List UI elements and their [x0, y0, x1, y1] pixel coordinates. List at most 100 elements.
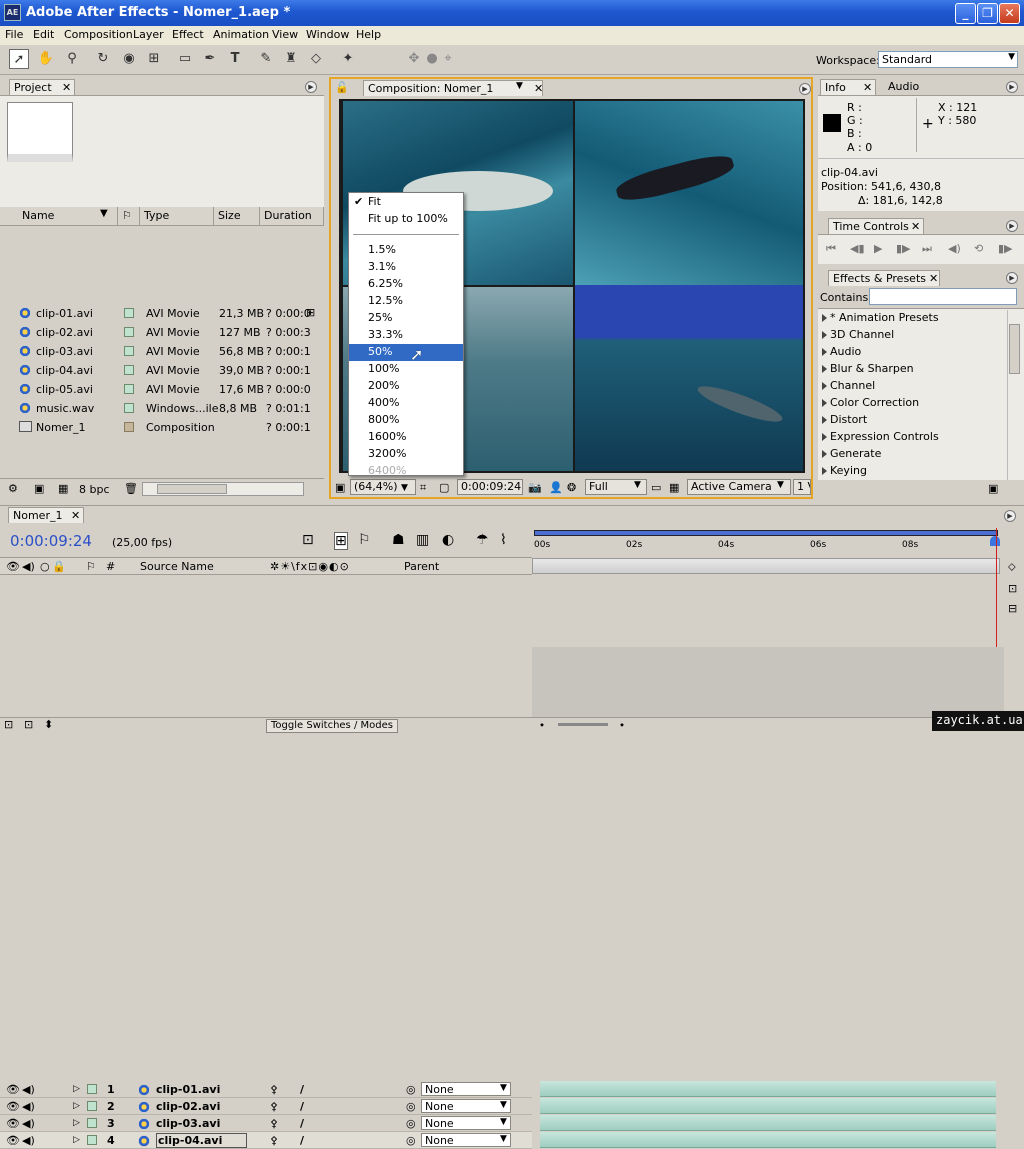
- zoom-in-icon[interactable]: ⬩: [620, 718, 624, 732]
- play-icon[interactable]: ▶: [874, 242, 882, 255]
- snapshot-icon[interactable]: 📷: [528, 481, 542, 494]
- panel-menu-icon[interactable]: ▶: [1004, 510, 1016, 522]
- label-color-swatch[interactable]: [124, 403, 134, 413]
- menu-animation[interactable]: Animation: [213, 28, 269, 41]
- zoom-option-fit[interactable]: ✔ Fit: [349, 194, 463, 211]
- visibility-column-icon[interactable]: 👁: [6, 560, 20, 573]
- switches-column-icons[interactable]: ✲☀\fx⊡◉◐⊙: [270, 560, 350, 573]
- ram-preview-icon[interactable]: ▮▶: [998, 242, 1013, 255]
- expand-triangle-icon[interactable]: [822, 382, 827, 390]
- chevron-down-icon[interactable]: ▼: [516, 81, 523, 91]
- zoom-option-3-1-[interactable]: 3.1%: [349, 259, 463, 276]
- label-column-icon[interactable]: ⚐: [118, 207, 140, 225]
- previous-frame-icon[interactable]: ◀▮: [850, 242, 865, 255]
- current-time-display[interactable]: 0:00:09:24: [457, 479, 523, 495]
- label-color-swatch[interactable]: [87, 1135, 97, 1145]
- selection-tool-icon[interactable]: ➚: [9, 49, 29, 69]
- speaker-icon[interactable]: ◀): [22, 1083, 35, 1096]
- zoom-option-800-[interactable]: 800%: [349, 412, 463, 429]
- mask-view-icon[interactable]: ▢: [439, 481, 449, 494]
- rectangle-mask-tool-icon[interactable]: ▭: [175, 49, 195, 69]
- trash-icon[interactable]: 🗑: [124, 482, 138, 495]
- time-ruler[interactable]: 00s 02s 04s 06s 08s: [532, 526, 1004, 576]
- tab-project[interactable]: Project ✕: [9, 79, 75, 95]
- next-frame-icon[interactable]: ▮▶: [896, 242, 911, 255]
- label-color-swatch[interactable]: [124, 346, 134, 356]
- pick-whip-icon[interactable]: ◎: [406, 1083, 416, 1096]
- expand-triangle-icon[interactable]: [822, 331, 827, 339]
- quality-switch-icon[interactable]: /: [300, 1083, 304, 1096]
- timeline-layer-row[interactable]: 👁 ◀) ▷ 4 clip-04.avi ⚴ / ◎ None ▼: [0, 1132, 532, 1149]
- column-type[interactable]: Type: [140, 207, 214, 225]
- effect-category-item[interactable]: Generate: [818, 445, 1006, 462]
- pan-behind-tool-icon[interactable]: ⊞: [144, 49, 164, 69]
- new-bin-icon[interactable]: ▣: [988, 482, 998, 495]
- expand-triangle-icon[interactable]: ▷: [73, 1118, 80, 1128]
- shy-switch-icon[interactable]: ⚴: [270, 1100, 278, 1113]
- menu-file[interactable]: File: [5, 28, 23, 41]
- minimize-button[interactable]: _: [955, 3, 976, 24]
- expand-triangle-icon[interactable]: ▷: [73, 1101, 80, 1111]
- tab-info[interactable]: Info ✕: [820, 79, 876, 95]
- panel-menu-icon[interactable]: ▶: [1006, 220, 1018, 232]
- close-tab-icon[interactable]: ✕: [62, 81, 71, 94]
- pen-tool-icon[interactable]: ✒: [200, 49, 220, 69]
- shy-switch-icon[interactable]: ⚴: [270, 1134, 278, 1147]
- tab-timeline-nomer-1[interactable]: Nomer_1 ✕: [8, 507, 84, 523]
- zoom-option-1-5-[interactable]: 1.5%: [349, 242, 463, 259]
- effect-category-item[interactable]: Expression Controls: [818, 428, 1006, 445]
- column-name[interactable]: Name ▼: [18, 207, 118, 225]
- effect-category-item[interactable]: Color Correction: [818, 394, 1006, 411]
- close-button[interactable]: ✕: [999, 3, 1020, 24]
- transparency-grid-icon[interactable]: ▦: [669, 481, 679, 494]
- layer-source-name[interactable]: clip-02.avi: [156, 1100, 220, 1113]
- pick-whip-icon[interactable]: ◎: [406, 1100, 416, 1113]
- channels-icon[interactable]: ❂: [567, 481, 576, 494]
- audio-column-icon[interactable]: ◀): [22, 560, 35, 573]
- menu-effect[interactable]: Effect: [172, 28, 204, 41]
- quality-switch-icon[interactable]: /: [300, 1100, 304, 1113]
- scroll-thumb[interactable]: [1009, 324, 1020, 374]
- menu-view[interactable]: View: [272, 28, 298, 41]
- close-tab-icon[interactable]: ✕: [71, 509, 80, 522]
- label-color-swatch[interactable]: [87, 1101, 97, 1111]
- effect-category-item[interactable]: Blur & Sharpen: [818, 360, 1006, 377]
- project-item-row[interactable]: music.wav Windows...ile 8,8 MB ? 0:01:1: [0, 399, 320, 418]
- menu-window[interactable]: Window: [306, 28, 349, 41]
- current-time-indicator-icon[interactable]: [990, 536, 1000, 546]
- layer-source-name[interactable]: clip-03.avi: [156, 1117, 220, 1130]
- quality-switch-icon[interactable]: /: [300, 1117, 304, 1130]
- project-item-row[interactable]: clip-01.avi AVI Movie 21,3 MB? 0:00:0: [0, 304, 320, 323]
- tab-time-controls[interactable]: Time Controls ✕: [828, 218, 924, 234]
- pick-whip-icon[interactable]: ◎: [406, 1134, 416, 1147]
- motion-blur-icon[interactable]: ◐: [442, 532, 454, 548]
- time-navigator[interactable]: [532, 558, 1000, 574]
- video-clip-02[interactable]: [575, 101, 803, 285]
- view-axis-icon[interactable]: ⌖: [438, 49, 458, 69]
- orbit-camera-tool-icon[interactable]: ◉: [119, 49, 139, 69]
- effect-category-item[interactable]: Keying: [818, 462, 1006, 479]
- brush-tool-icon[interactable]: ✎: [256, 49, 276, 69]
- tab-effects-presets[interactable]: Effects & Presets ✕: [828, 270, 940, 286]
- lock-column-icon[interactable]: 🔒: [52, 560, 66, 573]
- workspace-select[interactable]: Standard ▼: [878, 51, 1018, 68]
- first-frame-icon[interactable]: ⏮: [826, 242, 836, 256]
- project-hscrollbar[interactable]: [142, 482, 304, 496]
- hide-shy-layers-icon[interactable]: ☗: [392, 532, 405, 548]
- maximize-button[interactable]: ❐: [977, 3, 998, 24]
- zoom-option-50-[interactable]: 50%: [349, 344, 463, 361]
- panel-menu-icon[interactable]: ▶: [1006, 272, 1018, 284]
- layer-source-name[interactable]: clip-01.avi: [156, 1083, 220, 1096]
- comp-marker-bin-icon[interactable]: ⬦: [1008, 560, 1016, 574]
- layer-duration-bar[interactable]: [540, 1132, 996, 1148]
- expand-triangle-icon[interactable]: [822, 399, 827, 407]
- zoom-option-3200-[interactable]: 3200%: [349, 446, 463, 463]
- speaker-icon[interactable]: ◀): [22, 1117, 35, 1130]
- timeline-layer-row[interactable]: 👁 ◀) ▷ 2 clip-02.avi ⚴ / ◎ None ▼: [0, 1098, 532, 1115]
- region-of-interest-icon[interactable]: ▭: [651, 481, 661, 494]
- menu-help[interactable]: Help: [356, 28, 381, 41]
- tab-composition[interactable]: Composition: Nomer_1 ▼ ✕: [363, 80, 543, 96]
- label-color-swatch[interactable]: [87, 1084, 97, 1094]
- graph-editor-icon[interactable]: ⌇: [500, 532, 507, 548]
- close-tab-icon[interactable]: ✕: [911, 220, 920, 233]
